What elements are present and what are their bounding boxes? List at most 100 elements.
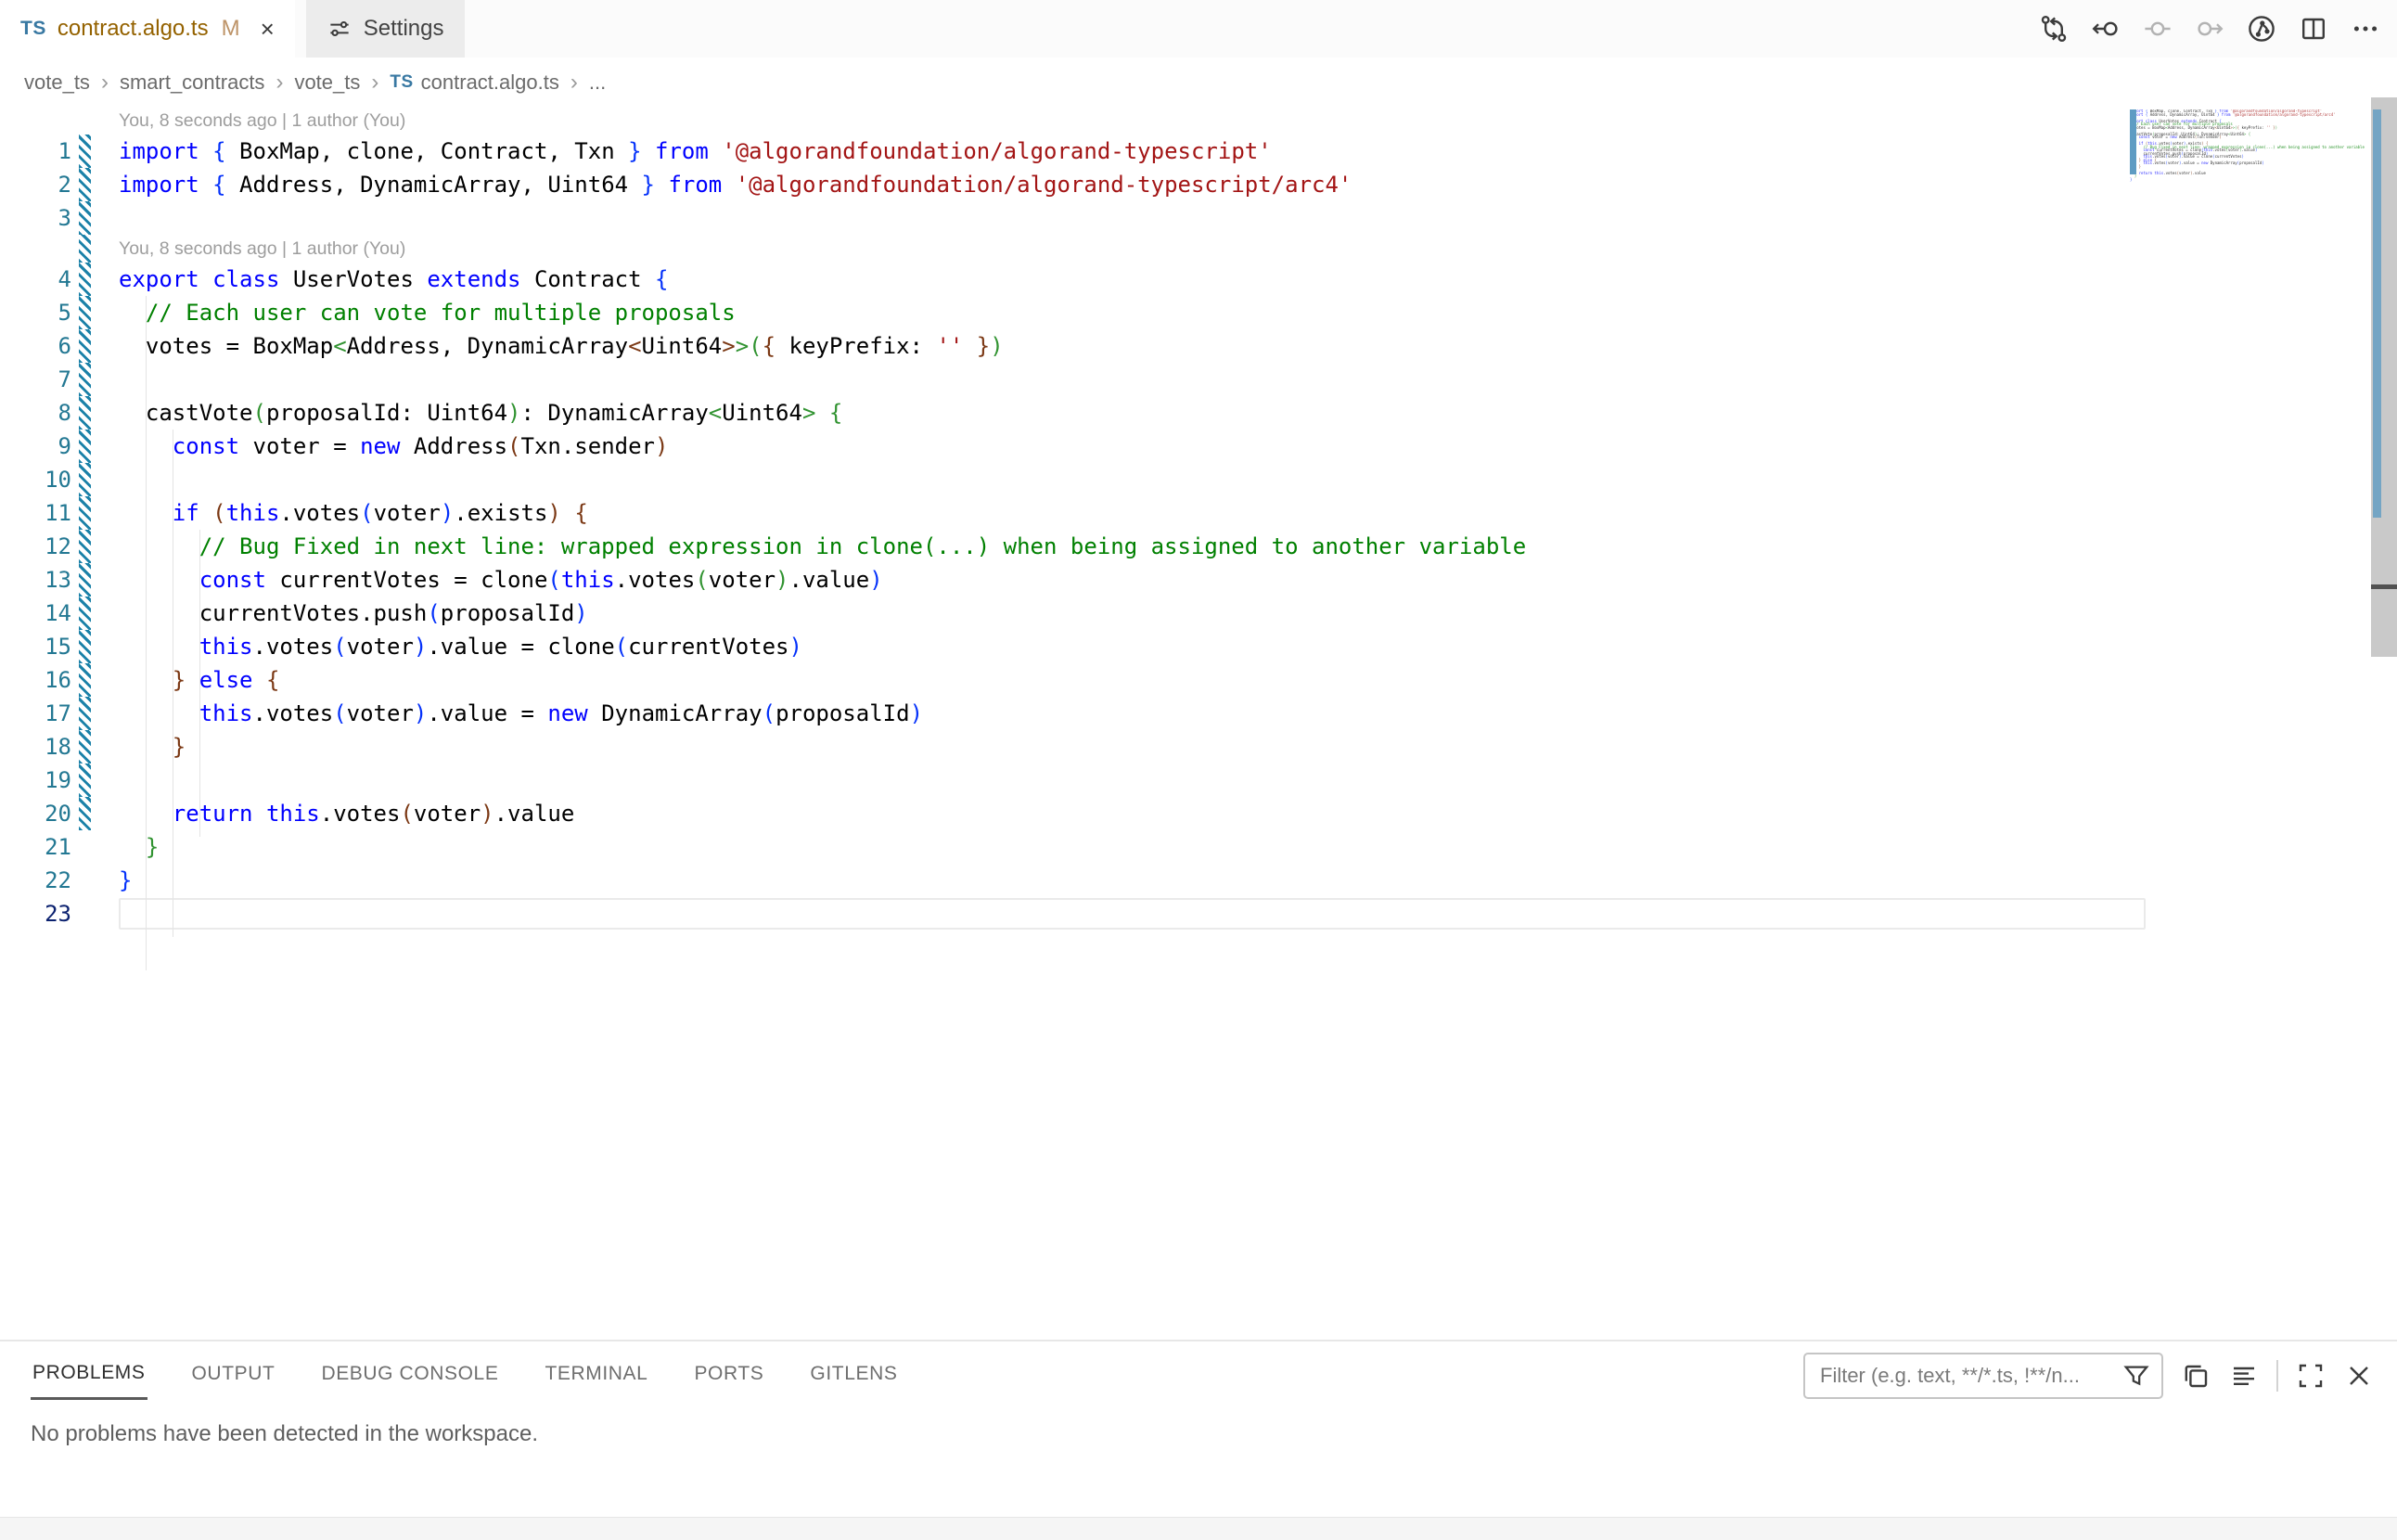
commit-graph-icon[interactable]: [2245, 12, 2278, 45]
code-line[interactable]: 22}: [0, 864, 2130, 897]
tab-contract-algo-ts[interactable]: TS contract.algo.ts M ×: [0, 0, 295, 58]
git-gutter-decoration: [79, 530, 91, 563]
git-gutter-decoration: [79, 396, 91, 430]
code-line[interactable]: 6 votes = BoxMap<Address, DynamicArray<U…: [0, 329, 2130, 363]
git-gutter-decoration: [79, 764, 91, 797]
collapse-all-icon[interactable]: [2228, 1360, 2260, 1392]
tab-problems[interactable]: PROBLEMS: [31, 1345, 147, 1400]
code-line[interactable]: 19: [0, 764, 2130, 797]
tab-debug-console[interactable]: DEBUG CONSOLE: [319, 1346, 500, 1398]
breadcrumb-item[interactable]: vote_ts: [294, 71, 360, 95]
code-line[interactable]: 5 // Each user can vote for multiple pro…: [0, 296, 2130, 329]
code-text: }: [119, 867, 132, 893]
line-number[interactable]: 19: [0, 767, 71, 793]
git-gutter-decoration: [79, 263, 91, 296]
codelens-row[interactable]: You, 8 seconds ago | 1 author (You): [0, 235, 2130, 263]
code-line[interactable]: 2import { Address, DynamicArray, Uint64 …: [0, 168, 2130, 201]
codelens-blame-text[interactable]: You, 8 seconds ago | 1 author (You): [119, 238, 405, 260]
current-line-highlight: [119, 898, 2146, 930]
breadcrumb-separator: ›: [371, 70, 378, 96]
line-number[interactable]: 3: [0, 205, 71, 231]
line-number[interactable]: 18: [0, 734, 71, 760]
problems-filter[interactable]: [1803, 1353, 2163, 1399]
line-number[interactable]: 17: [0, 700, 71, 726]
more-actions-icon[interactable]: [2349, 12, 2382, 45]
next-change-icon[interactable]: [2193, 12, 2226, 45]
line-number[interactable]: 6: [0, 333, 71, 359]
line-number[interactable]: 5: [0, 300, 71, 326]
code-line[interactable]: 3: [0, 201, 2130, 235]
code-line[interactable]: 4export class UserVotes extends Contract…: [0, 263, 2130, 296]
compare-changes-icon[interactable]: [2037, 12, 2070, 45]
window-footer-strip: [0, 1517, 2397, 1540]
line-number[interactable]: 14: [0, 600, 71, 626]
code-line[interactable]: 9 const voter = new Address(Txn.sender): [0, 430, 2130, 463]
code-text: currentVotes.push(proposalId): [119, 600, 588, 626]
code-line[interactable]: 15 this.votes(voter).value = clone(curre…: [0, 630, 2130, 663]
breadcrumb-item[interactable]: vote_ts: [24, 71, 90, 95]
codelens-row[interactable]: You, 8 seconds ago | 1 author (You): [0, 107, 2130, 135]
line-number[interactable]: 13: [0, 567, 71, 593]
line-number[interactable]: 2: [0, 172, 71, 198]
git-gutter-decoration: [79, 496, 91, 530]
code-line[interactable]: 13 const currentVotes = clone(this.votes…: [0, 563, 2130, 597]
code-line[interactable]: 20 return this.votes(voter).value: [0, 797, 2130, 830]
line-number[interactable]: 1: [0, 138, 71, 164]
line-number[interactable]: 8: [0, 400, 71, 426]
minimap[interactable]: import { BoxMap, clone, Contract, Txn } …: [2130, 109, 2371, 295]
line-number[interactable]: 21: [0, 834, 71, 860]
code-line[interactable]: 1import { BoxMap, clone, Contract, Txn }…: [0, 135, 2130, 168]
git-gutter-decoration: [79, 296, 91, 329]
line-number[interactable]: 10: [0, 467, 71, 493]
previous-change-icon[interactable]: [2141, 12, 2174, 45]
code-line[interactable]: 16 } else {: [0, 663, 2130, 697]
close-panel-icon[interactable]: [2343, 1360, 2375, 1392]
line-number[interactable]: 20: [0, 801, 71, 827]
line-number[interactable]: 12: [0, 533, 71, 559]
git-gutter-decoration: [79, 329, 91, 363]
tab-gitlens[interactable]: GITLENS: [808, 1346, 899, 1398]
tab-ports[interactable]: PORTS: [692, 1346, 765, 1398]
git-gutter-decoration: [79, 797, 91, 830]
breadcrumb-item[interactable]: smart_contracts: [120, 71, 265, 95]
filter-input[interactable]: [1820, 1364, 2121, 1388]
line-number[interactable]: 16: [0, 667, 71, 693]
code-line[interactable]: 12 // Bug Fixed in next line: wrapped ex…: [0, 530, 2130, 563]
code-line[interactable]: 17 this.votes(voter).value = new Dynamic…: [0, 697, 2130, 730]
line-number[interactable]: 15: [0, 634, 71, 660]
code-line[interactable]: 7: [0, 363, 2130, 396]
code-line[interactable]: 18 }: [0, 730, 2130, 764]
close-tab-icon[interactable]: ×: [261, 17, 275, 41]
code-text: return this.votes(voter).value: [119, 801, 574, 827]
codelens-blame-text[interactable]: You, 8 seconds ago | 1 author (You): [119, 110, 405, 132]
code-line[interactable]: 11 if (this.votes(voter).exists) {: [0, 496, 2130, 530]
breadcrumb-item[interactable]: ...: [589, 71, 606, 95]
panel-tabs: PROBLEMS OUTPUT DEBUG CONSOLE TERMINAL P…: [31, 1341, 899, 1403]
code-line[interactable]: 10: [0, 463, 2130, 496]
git-gutter-decoration: [79, 864, 91, 897]
maximize-panel-icon[interactable]: [2295, 1360, 2326, 1392]
code-text: const currentVotes = clone(this.votes(vo…: [119, 567, 883, 593]
tab-output[interactable]: OUTPUT: [190, 1346, 277, 1398]
tab-terminal[interactable]: TERMINAL: [543, 1346, 649, 1398]
line-number[interactable]: 11: [0, 500, 71, 526]
split-editor-icon[interactable]: [2297, 12, 2330, 45]
code-editor[interactable]: You, 8 seconds ago | 1 author (You)1impo…: [0, 107, 2397, 1340]
code-text: }: [119, 834, 159, 860]
line-number[interactable]: 7: [0, 366, 71, 392]
line-number[interactable]: 4: [0, 266, 71, 292]
view-as-table-icon[interactable]: [2180, 1360, 2211, 1392]
line-number[interactable]: 22: [0, 867, 71, 893]
git-gutter-decoration: [79, 730, 91, 764]
code-line[interactable]: 23: [0, 897, 2130, 930]
code-line[interactable]: 8 castVote(proposalId: Uint64): DynamicA…: [0, 396, 2130, 430]
modified-badge: M: [222, 16, 240, 42]
code-line[interactable]: 21 }: [0, 830, 2130, 864]
breadcrumb-item[interactable]: contract.algo.ts: [421, 71, 559, 95]
line-number[interactable]: 9: [0, 433, 71, 459]
open-previous-change-icon[interactable]: [2089, 12, 2122, 45]
line-number[interactable]: 23: [0, 901, 71, 927]
tab-settings[interactable]: Settings: [306, 0, 465, 58]
minimap-modified-gutter: [2130, 109, 2136, 174]
code-line[interactable]: 14 currentVotes.push(proposalId): [0, 597, 2130, 630]
